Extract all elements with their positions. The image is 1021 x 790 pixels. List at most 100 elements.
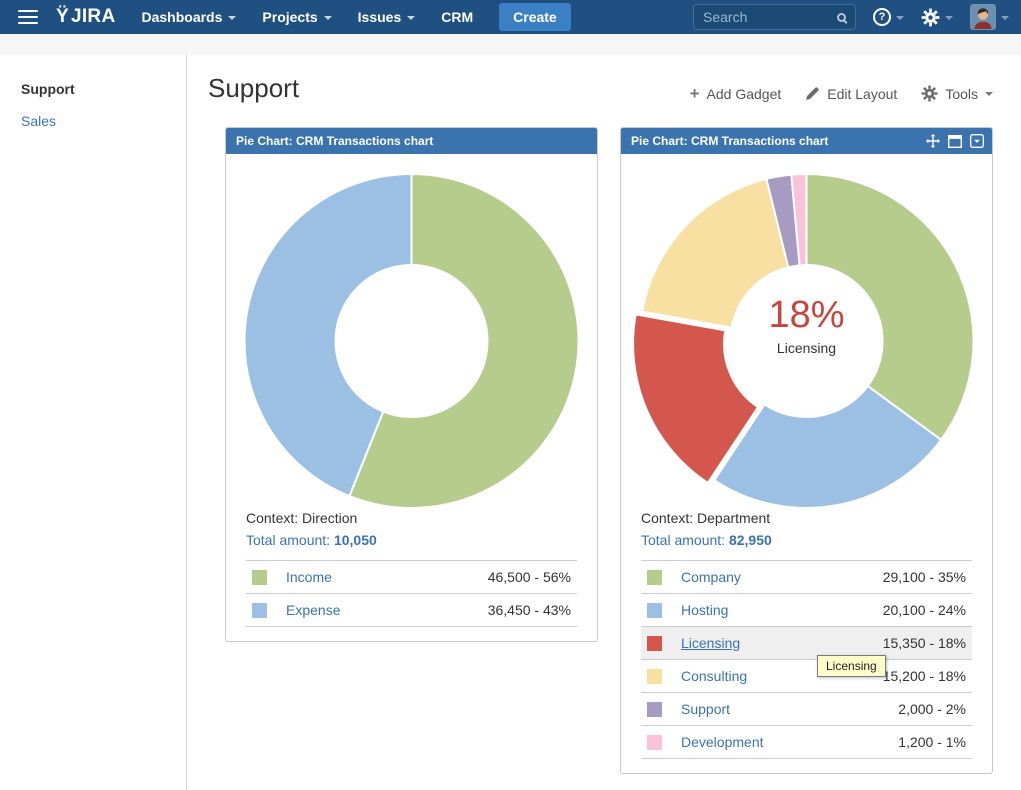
legend-row: Expense36,450 - 43% xyxy=(246,594,577,627)
context-value: Department xyxy=(697,510,770,526)
chart-legend: Income46,500 - 56%Expense36,450 - 43% xyxy=(246,560,577,627)
add-gadget-label: Add Gadget xyxy=(707,86,782,102)
search-input[interactable] xyxy=(703,9,821,25)
legend-label-link[interactable]: Income xyxy=(286,569,332,585)
gear-icon xyxy=(921,8,940,27)
legend-label-link[interactable]: Development xyxy=(681,734,764,750)
context-label: Context: xyxy=(641,510,693,526)
gadget-controls xyxy=(926,134,984,148)
legend-swatch xyxy=(647,603,662,618)
legend-row: Support 2,000 - 2% xyxy=(641,693,972,726)
legend-value: 15,350 - 18% xyxy=(883,635,966,651)
chevron-down-icon xyxy=(1001,16,1009,20)
donut-svg xyxy=(226,154,597,510)
user-avatar xyxy=(970,4,996,30)
jira-logo[interactable]: Ÿ JIRA xyxy=(56,6,115,28)
page-title: Support xyxy=(208,73,299,104)
tools-button[interactable]: Tools xyxy=(921,85,993,102)
chevron-down-icon xyxy=(407,16,415,20)
jira-logo-mark: Ÿ xyxy=(56,6,69,28)
gadget-header[interactable]: Pie Chart: CRM Transactions chart xyxy=(621,128,992,154)
legend-swatch xyxy=(647,669,662,684)
top-navbar: Ÿ JIRA Dashboards Projects Issues CRM Cr… xyxy=(0,0,1021,34)
pie-slice-consulting[interactable] xyxy=(642,179,788,328)
dashboard-main: Support + Add Gadget Edit Layout xyxy=(188,55,1021,790)
legend-value: 20,100 - 24% xyxy=(883,602,966,618)
plus-icon: + xyxy=(690,87,700,101)
legend-value: 1,200 - 1% xyxy=(898,734,966,750)
legend-row: Consulting 15,200 - 18% xyxy=(641,660,972,693)
legend-swatch xyxy=(647,702,662,717)
gadget-title: Pie Chart: CRM Transactions chart xyxy=(631,134,828,148)
nav-dashboards-label: Dashboards xyxy=(141,9,222,25)
donut-svg xyxy=(621,154,992,510)
search-box xyxy=(693,4,856,30)
chart-meta: Context: Direction Total amount: 10,050 xyxy=(226,510,597,548)
dropdown-icon[interactable] xyxy=(970,134,984,148)
legend-label-link[interactable]: Licensing xyxy=(681,635,740,651)
total-value: 10,050 xyxy=(334,532,377,548)
total-label: Total amount: xyxy=(641,532,725,548)
dashboard-actions: + Add Gadget Edit Layout xyxy=(690,85,993,102)
legend-row: Company 29,100 - 35% xyxy=(641,561,972,594)
nav-crm-label: CRM xyxy=(441,9,473,25)
gadget-pie-chart-direction: Pie Chart: CRM Transactions chart Contex… xyxy=(225,127,598,642)
legend-row: Licensing 15,350 - 18% xyxy=(641,627,972,660)
tools-label: Tools xyxy=(945,86,978,102)
hamburger-icon[interactable] xyxy=(18,10,38,24)
legend-label-link[interactable]: Company xyxy=(681,569,741,585)
maximize-icon[interactable] xyxy=(948,135,962,148)
jira-logo-text: JIRA xyxy=(71,6,116,28)
gear-icon xyxy=(921,85,938,102)
nav-issues[interactable]: Issues xyxy=(358,9,416,25)
edit-layout-button[interactable]: Edit Layout xyxy=(805,86,897,102)
legend-row: Development 1,200 - 1% xyxy=(641,726,972,759)
sidebar-item-label: Support xyxy=(21,81,75,97)
chart-total: Total amount: 10,050 xyxy=(246,532,577,548)
legend-label-link[interactable]: Hosting xyxy=(681,602,728,618)
legend-swatch xyxy=(647,735,662,750)
move-icon[interactable] xyxy=(926,134,940,148)
sidebar-item-link[interactable]: Sales xyxy=(21,113,56,129)
sidebar-item-sales[interactable]: Sales xyxy=(21,113,186,129)
chevron-down-icon xyxy=(324,16,332,20)
total-label: Total amount: xyxy=(246,532,330,548)
gadget-header[interactable]: Pie Chart: CRM Transactions chart xyxy=(226,128,597,154)
total-value: 82,950 xyxy=(729,532,772,548)
content-area: Support Sales Support + Add Gadget Edit … xyxy=(0,55,1021,790)
legend-label-link[interactable]: Expense xyxy=(286,602,340,618)
chart-total: Total amount: 82,950 xyxy=(641,532,972,548)
legend-row: Hosting 20,100 - 24% xyxy=(641,594,972,627)
sidebar-item-support[interactable]: Support xyxy=(21,81,186,97)
legend-value: 2,000 - 2% xyxy=(898,701,966,717)
edit-layout-label: Edit Layout xyxy=(827,86,897,102)
donut-chart-department: 18% Licensing xyxy=(621,154,992,510)
add-gadget-button[interactable]: + Add Gadget xyxy=(690,86,782,102)
user-menu[interactable] xyxy=(970,4,1009,30)
legend-label-link[interactable]: Support xyxy=(681,701,730,717)
search-icon[interactable] xyxy=(837,13,846,22)
chevron-down-icon xyxy=(945,16,953,20)
nav-projects[interactable]: Projects xyxy=(262,9,331,25)
chart-context: Context: Department xyxy=(641,510,972,526)
help-menu[interactable]: ? xyxy=(873,8,904,26)
pie-slice-company[interactable] xyxy=(807,174,974,440)
context-value: Direction xyxy=(302,510,357,526)
nav-crm[interactable]: CRM xyxy=(441,9,473,25)
pencil-icon xyxy=(805,86,820,101)
legend-label-link[interactable]: Consulting xyxy=(681,668,747,684)
gadget-title: Pie Chart: CRM Transactions chart xyxy=(236,134,433,148)
chevron-down-icon xyxy=(228,16,236,20)
nav-issues-label: Issues xyxy=(358,9,402,25)
legend-value: 15,200 - 18% xyxy=(883,668,966,684)
subheader-strip xyxy=(0,34,1021,55)
nav-dashboards[interactable]: Dashboards xyxy=(141,9,236,25)
create-button[interactable]: Create xyxy=(499,3,571,31)
legend-value: 29,100 - 35% xyxy=(883,569,966,585)
tooltip: Licensing xyxy=(817,655,886,677)
legend-swatch xyxy=(647,636,662,651)
chart-legend: Company 29,100 - 35% Hosting 20,100 - 24% Li… xyxy=(641,560,972,759)
admin-menu[interactable] xyxy=(921,8,953,27)
help-icon: ? xyxy=(873,8,891,26)
nav-projects-label: Projects xyxy=(262,9,317,25)
